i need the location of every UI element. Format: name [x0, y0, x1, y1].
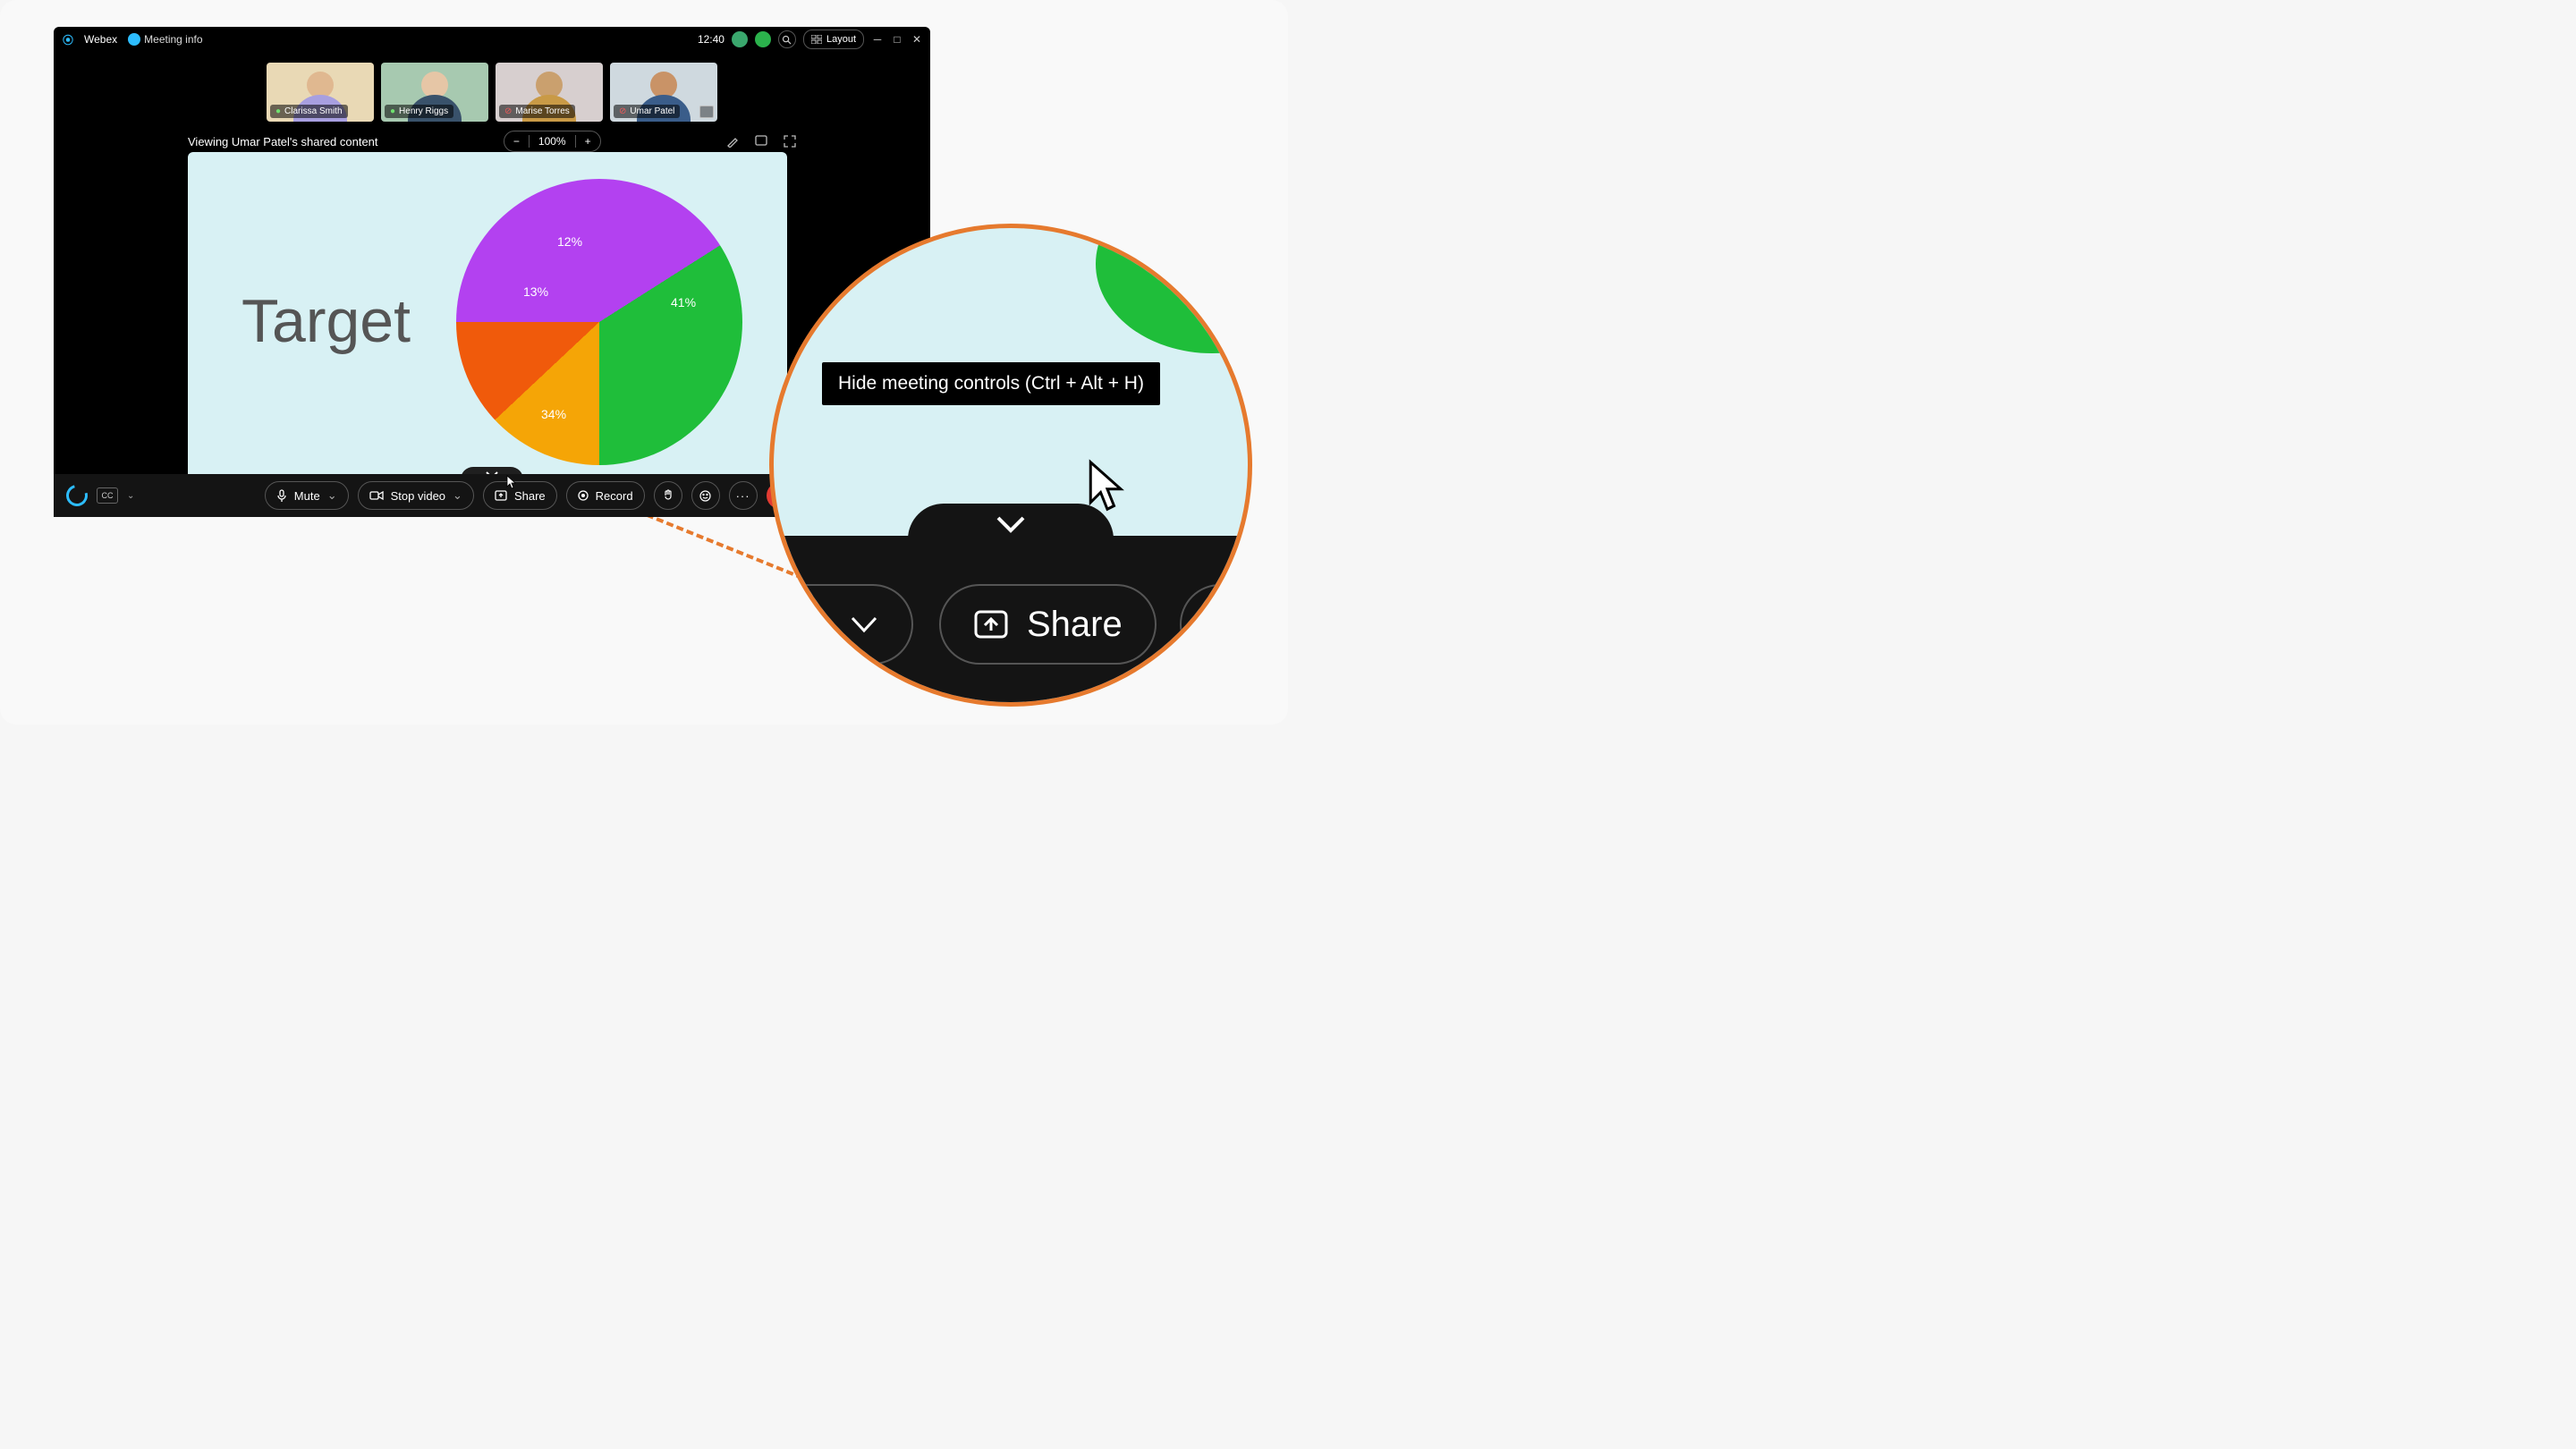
participant-name: Marise Torres: [515, 106, 569, 116]
share-button[interactable]: Share: [483, 481, 557, 510]
fullscreen-icon[interactable]: [784, 135, 796, 148]
pie-slice-label: 41%: [671, 295, 696, 309]
presence-ring-icon[interactable]: [63, 481, 92, 511]
share-label: Share: [1027, 605, 1123, 645]
pie-slice-label: 13%: [523, 284, 548, 299]
shared-content-header: Viewing Umar Patel's shared content − 10…: [188, 131, 796, 152]
share-screen-icon: [495, 490, 507, 501]
callout-control-bar: eo Share: [774, 536, 1248, 702]
stop-video-label: Stop video: [391, 489, 445, 503]
mouse-cursor-icon: [1087, 459, 1128, 513]
shared-content-area: Target 41% 34% 13% 12%: [188, 152, 787, 483]
participant-name-tag: ⊘ Umar Patel: [614, 105, 680, 118]
chevron-down-icon[interactable]: ⌄: [327, 488, 337, 503]
mute-button[interactable]: Mute ⌄: [265, 481, 349, 510]
mic-muted-icon: ⊘: [504, 106, 512, 116]
zoom-in-button[interactable]: +: [576, 135, 600, 148]
camera-icon: [369, 490, 384, 501]
record-icon: [578, 490, 589, 501]
record-button[interactable]: [1180, 584, 1252, 665]
maximize-button[interactable]: □: [891, 33, 903, 46]
pie-chart-fragment: [1096, 224, 1252, 353]
share-label: Share: [514, 489, 546, 503]
minimize-button[interactable]: ─: [871, 33, 884, 46]
webex-logo-icon: ⦿: [63, 32, 73, 47]
stop-video-button[interactable]: eo: [769, 584, 913, 665]
participant-name: Clarissa Smith: [284, 106, 342, 116]
smile-icon: [699, 490, 711, 502]
zoom-level: 100%: [530, 135, 575, 148]
stop-video-label-fragment: eo: [792, 605, 832, 645]
audio-stats-icon[interactable]: [755, 31, 771, 47]
share-button[interactable]: Share: [939, 584, 1157, 665]
pie-chart: [456, 179, 742, 465]
cc-chevron-icon[interactable]: ⌄: [127, 491, 134, 501]
participant-name: Henry Riggs: [399, 106, 448, 116]
slide-title: Target: [242, 286, 411, 356]
grid-icon: [811, 35, 822, 44]
participant-name-tag: ⊘ Marise Torres: [499, 105, 575, 118]
participant-name: Umar Patel: [630, 106, 674, 116]
sharing-badge-icon: [699, 106, 714, 118]
mic-on-icon: ●: [275, 106, 281, 116]
pie-slice-label: 12%: [557, 234, 582, 249]
pie-slice-label: 34%: [541, 407, 566, 421]
titlebar: ⦿ Webex Meeting info 12:40 Layout ─: [54, 27, 930, 52]
participant-thumbnail[interactable]: ● Henry Riggs: [381, 63, 488, 122]
more-options-button[interactable]: ···: [729, 481, 758, 510]
mic-on-icon: ●: [390, 106, 395, 116]
participant-thumbnail[interactable]: ⊘ Marise Torres: [496, 63, 603, 122]
meeting-clock: 12:40: [698, 33, 724, 46]
participant-filmstrip: ● Clarissa Smith ● Henry Riggs ⊘: [54, 63, 930, 122]
layout-button[interactable]: Layout: [803, 30, 864, 49]
zoom-out-button[interactable]: −: [504, 135, 529, 148]
record-button[interactable]: Record: [566, 481, 645, 510]
layout-label: Layout: [826, 34, 856, 45]
reactions-button[interactable]: [691, 481, 720, 510]
share-screen-icon: [973, 609, 1009, 640]
chevron-down-icon: [849, 614, 879, 634]
hide-controls-tooltip: Hide meeting controls (Ctrl + Alt + H): [822, 362, 1160, 405]
participant-name-tag: ● Henry Riggs: [385, 105, 453, 118]
mic-muted-icon: ⊘: [619, 106, 626, 116]
record-label: Record: [596, 489, 633, 503]
mute-label: Mute: [294, 489, 320, 503]
raise-hand-button[interactable]: [654, 481, 682, 510]
meeting-info-label: Meeting info: [144, 33, 202, 46]
chevron-down-icon[interactable]: ⌄: [453, 488, 462, 503]
annotate-icon[interactable]: [726, 135, 739, 148]
stop-video-button[interactable]: Stop video ⌄: [358, 481, 474, 510]
closed-captions-button[interactable]: CC: [97, 487, 118, 504]
search-icon[interactable]: [778, 30, 796, 48]
ellipsis-icon: ···: [736, 489, 750, 503]
viewing-shared-content-label: Viewing Umar Patel's shared content: [188, 135, 378, 148]
participant-name-tag: ● Clarissa Smith: [270, 105, 348, 118]
microphone-icon: [276, 489, 287, 502]
close-button[interactable]: ✕: [911, 33, 923, 46]
hide-controls-tab[interactable]: [908, 504, 1114, 541]
record-icon: [1214, 607, 1248, 641]
info-icon: [128, 33, 140, 46]
zoom-control[interactable]: − 100% +: [504, 131, 601, 152]
participant-thumbnail[interactable]: ● Clarissa Smith: [267, 63, 374, 122]
meeting-info-button[interactable]: Meeting info: [128, 33, 202, 46]
chevron-down-icon: [993, 514, 1029, 536]
zoom-callout: Hide meeting controls (Ctrl + Alt + H) e…: [769, 224, 1252, 707]
app-name: Webex: [84, 33, 117, 46]
participant-thumbnail[interactable]: ⊘ Umar Patel: [610, 63, 717, 122]
network-status-icon[interactable]: [732, 31, 748, 47]
popout-icon[interactable]: [755, 135, 767, 148]
hand-icon: [663, 489, 674, 502]
